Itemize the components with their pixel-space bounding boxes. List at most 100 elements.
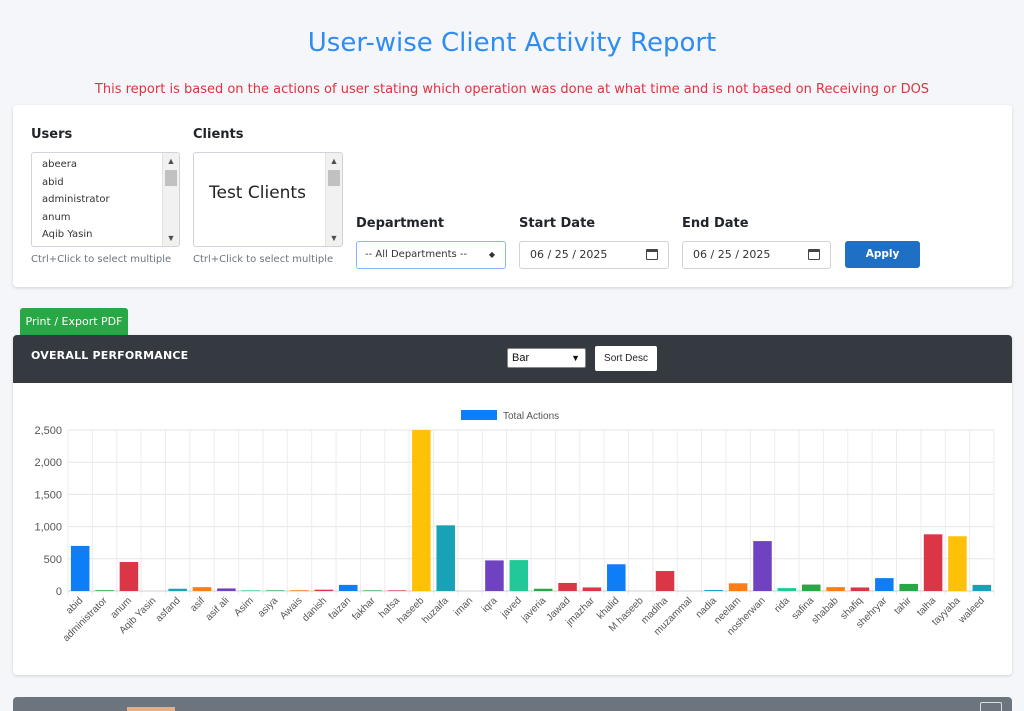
x-tick-label: asif ali (204, 595, 232, 623)
bar (509, 560, 529, 591)
bar (168, 588, 187, 591)
chart-type-value: Bar (512, 352, 530, 364)
x-tick-label: asif (188, 595, 207, 614)
user-option[interactable]: anum (32, 209, 179, 227)
bar (801, 584, 821, 591)
bar (558, 582, 577, 591)
x-tick-label: huzaifa (420, 595, 451, 626)
scroll-thumb[interactable] (328, 170, 340, 186)
scroll-thumb[interactable] (165, 170, 177, 186)
bar (826, 587, 845, 591)
x-tick-label: fakhar (350, 595, 378, 623)
x-tick-label: administrator (61, 595, 110, 644)
clients-listbox[interactable]: Test Clients ▲ ▼ (193, 152, 343, 247)
y-tick-label: 500 (44, 554, 62, 566)
department-select[interactable]: -- All Departments -- ◆ (356, 241, 506, 269)
end-date-input[interactable]: 06 / 25 / 2025 (682, 241, 831, 269)
client-option[interactable]: Test Clients (194, 153, 342, 203)
calendar-icon[interactable] (808, 249, 820, 260)
users-listbox[interactable]: abeera abid administrator anum Aqib Yasin ▲ … (31, 152, 180, 247)
chevron-up-icon[interactable]: ▲ (163, 153, 179, 169)
users-label: Users (31, 127, 73, 142)
bar (728, 583, 748, 591)
user-option[interactable]: abid (32, 174, 179, 192)
chevron-up-icon[interactable]: ▲ (326, 153, 342, 169)
department-value: -- All Departments -- (365, 249, 468, 260)
performance-title: OVERALL PERFORMANCE (31, 349, 189, 362)
users-options: abeera abid administrator anum Aqib Yasin (32, 153, 179, 244)
x-tick-label: shabab (810, 595, 841, 626)
bar (95, 590, 114, 591)
performance-chart: Total Actions 0 500 1,000 1,500 2,000 2,500 abi… (34, 410, 995, 644)
bar (533, 588, 553, 591)
legend-label: Total Actions (503, 411, 559, 422)
bar (753, 541, 772, 591)
performance-card: OVERALL PERFORMANCE Bar ▼ Sort Desc Tota… (13, 335, 1012, 675)
page-title: User-wise Client Activity Report (307, 28, 717, 58)
clients-scrollbar[interactable]: ▲ ▼ (325, 153, 342, 246)
caret-icon: ◆ (488, 250, 495, 259)
end-date-value: 06 / 25 / 2025 (693, 248, 771, 261)
bar (875, 578, 894, 591)
start-date-input[interactable]: 06 / 25 / 2025 (519, 241, 669, 269)
x-tick-label: tahir (892, 595, 914, 617)
bar (582, 587, 602, 591)
x-tick-label: asfand (154, 595, 183, 624)
users-scrollbar[interactable]: ▲ ▼ (162, 153, 179, 246)
x-tick-label: rida (772, 595, 792, 615)
filter-card: Users abeera abid administrator anum Aqib Ya… (13, 105, 1012, 287)
bar (948, 536, 967, 591)
chart-type-select[interactable]: Bar ▼ (507, 348, 586, 368)
user-option[interactable]: Aqib Yasin (32, 226, 179, 244)
print-export-button[interactable]: Print / Export PDF (20, 308, 128, 336)
bar (607, 564, 626, 591)
bar (192, 587, 212, 591)
bar (387, 590, 407, 591)
chevron-down-icon[interactable]: ▼ (163, 230, 179, 246)
y-tick-label: 2,000 (34, 457, 62, 469)
bar (655, 571, 675, 591)
bar (119, 562, 139, 591)
x-tick-label: iqra (480, 595, 500, 615)
report-note: This report is based on the actions of u… (94, 82, 930, 97)
clients-label: Clients (193, 127, 244, 142)
bar (777, 588, 797, 591)
sort-desc-button[interactable]: Sort Desc (595, 346, 657, 371)
x-tick-label: Asim (232, 595, 256, 619)
section-toggle[interactable] (980, 702, 1002, 711)
bar (314, 589, 334, 591)
y-tick-label: 2,500 (34, 425, 62, 437)
bar (70, 545, 90, 591)
y-tick-label: 1,000 (34, 522, 62, 534)
legend-swatch (461, 410, 497, 420)
bar (850, 587, 870, 591)
start-date-label: Start Date (519, 216, 596, 231)
user-option[interactable]: administrator (32, 191, 179, 209)
x-tick-label: iman (452, 595, 475, 618)
y-tick-label: 1,500 (34, 489, 62, 501)
x-tick-label: abid (64, 595, 85, 616)
next-section-header (13, 697, 1012, 711)
bar (704, 590, 724, 591)
chevron-down-icon[interactable]: ▼ (326, 230, 342, 246)
bar (972, 584, 992, 591)
x-tick-label: faizan (327, 595, 354, 622)
bar (217, 588, 236, 591)
calendar-icon[interactable] (646, 249, 658, 260)
apply-filters-button[interactable]: Apply Filters (845, 241, 920, 287)
x-tick-label: waleed (956, 595, 987, 626)
user-option[interactable]: abeera (32, 156, 179, 174)
section-tab[interactable] (127, 707, 175, 711)
x-tick-label: asiya (256, 595, 281, 620)
bar (485, 560, 504, 591)
start-date-value: 06 / 25 / 2025 (530, 248, 608, 261)
department-label: Department (356, 216, 445, 231)
bar (265, 590, 285, 591)
bar (290, 590, 309, 591)
clients-hint: Ctrl+Click to select multiple (193, 254, 334, 265)
bar (412, 430, 431, 591)
x-tick-label: haseeb (395, 595, 426, 626)
end-date-label: End Date (682, 216, 749, 231)
bar (338, 584, 358, 591)
performance-header: OVERALL PERFORMANCE Bar ▼ Sort Desc (13, 335, 1012, 383)
